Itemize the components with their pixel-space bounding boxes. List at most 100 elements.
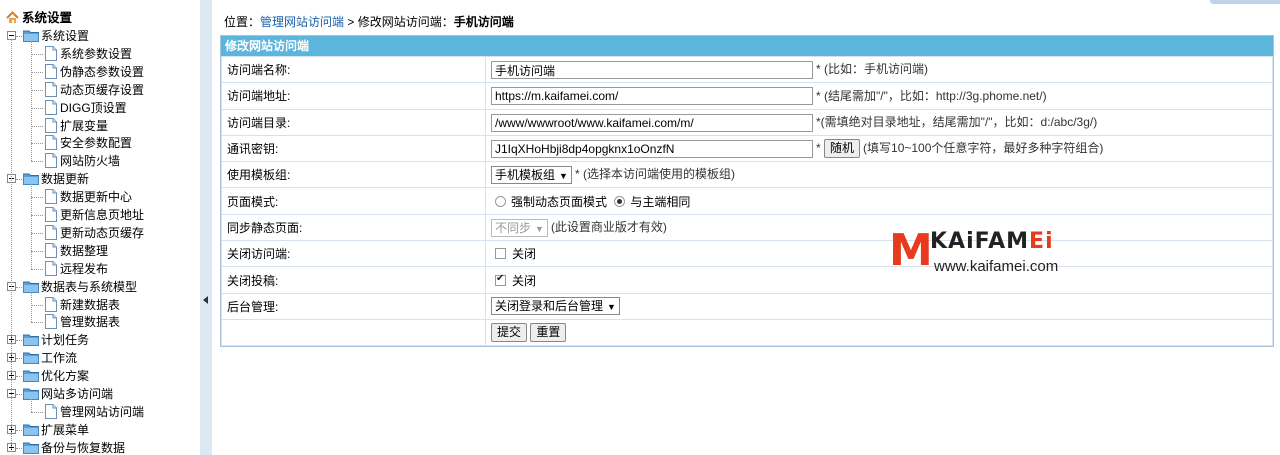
sidebar-group-label: 计划任务	[41, 333, 90, 348]
main-content: 位置：管理网站访问端 > 修改网站访问端：手机访问端 修改网站访问端 访问端名称…	[212, 0, 1280, 455]
reset-button[interactable]: 重置	[530, 323, 567, 343]
sidebar-item-6-0[interactable]: 管理网站访问端	[0, 403, 200, 421]
sidebar-group-1[interactable]: 数据更新	[0, 170, 200, 188]
sidebar-group-label: 备份与恢复数据	[41, 440, 126, 455]
random-key-button[interactable]: 随机	[824, 139, 861, 159]
sidebar-group-0[interactable]: 系统设置	[0, 27, 200, 45]
tree-connector	[31, 322, 43, 324]
template-select-value: 手机模板组	[495, 168, 556, 183]
sidebar-item-label: 网站防火墙	[60, 154, 121, 169]
form-row-template: 使用模板组: 手机模板组 ▼ * (选择本访问端使用的模板组)	[221, 161, 1273, 189]
sidebar-item-0-4[interactable]: 扩展变量	[0, 117, 200, 135]
folder-icon	[22, 423, 40, 437]
sidebar-group-7[interactable]: 扩展菜单	[0, 421, 200, 439]
sidebar-item-label: DIGG顶设置	[60, 100, 127, 115]
form-row-name: 访问端名称: * (比如：手机访问端)	[221, 55, 1273, 84]
page-icon	[45, 242, 57, 258]
folder-icon	[22, 369, 40, 383]
page-icon	[45, 99, 57, 115]
key-hint: (填写10~100个任意字符，最好多种字符组合)	[863, 140, 1104, 155]
mode-dynamic-radio[interactable]	[495, 195, 506, 207]
sidebar-item-0-5[interactable]: 安全参数配置	[0, 134, 200, 152]
tree-connector	[16, 36, 22, 37]
sidebar-item-1-4[interactable]: 远程发布	[0, 260, 200, 278]
home-icon	[6, 11, 19, 23]
sidebar-item-0-3[interactable]: DIGG顶设置	[0, 99, 200, 117]
sidebar-group-2[interactable]: 数据表与系统模型	[0, 278, 200, 296]
tree-connector	[31, 215, 43, 216]
tree-connector	[11, 39, 12, 449]
name-input[interactable]	[491, 61, 813, 80]
logo-url: www.kaifamei.com	[934, 258, 1059, 275]
sidebar-item-label: 更新动态页缓存	[60, 225, 145, 240]
tree-root[interactable]: 系统设置	[6, 9, 72, 27]
admin-label: 后台管理:	[221, 292, 486, 320]
sidebar-group-4[interactable]: 工作流	[0, 349, 200, 367]
tree-connector	[31, 40, 32, 162]
sidebar-item-1-3[interactable]: 数据整理	[0, 242, 200, 260]
name-hint: * (比如：手机访问端)	[816, 62, 928, 77]
dir-label: 访问端目录:	[221, 108, 486, 136]
mode-same-radio[interactable]	[614, 195, 626, 207]
page-icon	[45, 207, 57, 222]
sidebar-group-8[interactable]: 备份与恢复数据	[0, 439, 200, 455]
sidebar-item-0-0[interactable]: 系统参数设置	[0, 45, 200, 63]
admin-select[interactable]: 关闭登录和后台管理 ▼	[491, 297, 620, 316]
sidebar-group-5[interactable]: 优化方案	[0, 367, 200, 385]
sidebar-item-label: 更新信息页地址	[60, 208, 145, 222]
tree-connector	[31, 184, 32, 269]
close-submit-checkbox[interactable]	[495, 273, 506, 286]
dir-input[interactable]	[491, 113, 813, 132]
tree-connector	[31, 398, 32, 412]
tree-connector	[16, 447, 22, 449]
tree-connector	[16, 394, 22, 395]
sidebar-group-label: 数据更新	[41, 172, 90, 187]
template-select[interactable]: 手机模板组 ▼	[491, 166, 572, 185]
tree-connector	[16, 376, 22, 378]
sidebar-group-label: 工作流	[41, 351, 78, 366]
sidebar-item-1-1[interactable]: 更新信息页地址	[0, 206, 200, 224]
sidebar-group-label: 数据表与系统模型	[41, 279, 138, 294]
sidebar-item-0-6[interactable]: 网站防火墙	[0, 152, 200, 170]
sidebar-item-2-0[interactable]: 新建数据表	[0, 296, 200, 314]
key-star: *	[816, 140, 821, 155]
sidebar-item-label: 系统参数设置	[60, 46, 133, 61]
sidebar-item-0-2[interactable]: 动态页缓存设置	[0, 81, 200, 99]
tree-connector	[31, 197, 43, 199]
panel-title: 修改网站访问端	[221, 36, 1273, 56]
form-row-close-access: 关闭访问端: 关闭	[221, 240, 1273, 268]
tree-connector	[31, 268, 43, 270]
collapse-arrow-icon[interactable]	[203, 296, 208, 304]
submit-button[interactable]: 提交	[491, 323, 528, 343]
sidebar-group-3[interactable]: 计划任务	[0, 331, 200, 349]
mode-label: 页面模式:	[221, 187, 486, 215]
breadcrumb: 位置：管理网站访问端 > 修改网站访问端：手机访问端	[224, 13, 514, 30]
url-input[interactable]	[491, 87, 813, 106]
sync-select: 不同步 ▼	[491, 218, 548, 237]
key-input[interactable]	[491, 139, 813, 158]
sidebar-item-1-0[interactable]: 数据更新中心	[0, 188, 200, 206]
sidebar-item-1-2[interactable]: 更新动态页缓存	[0, 224, 200, 242]
dropdown-arrow-icon: ▼	[535, 223, 544, 234]
page-icon	[45, 117, 57, 133]
close-access-checkbox[interactable]	[495, 248, 506, 260]
page-icon	[45, 189, 57, 205]
breadcrumb-link-manage[interactable]: 管理网站访问端	[260, 15, 344, 29]
tree-connector	[31, 291, 32, 323]
tree-connector	[31, 89, 43, 91]
dir-hint: *(需填绝对目录地址，结尾需加"/"，比如：d:/abc/3g/)	[816, 114, 1098, 129]
sidebar-item-label: 远程发布	[60, 261, 109, 276]
sidebar-item-label: 动态页缓存设置	[60, 82, 145, 97]
tree-connector	[16, 429, 22, 431]
key-label: 通讯密钥:	[221, 134, 486, 163]
admin-select-value: 关闭登录和后台管理	[495, 299, 604, 314]
sidebar-group-6[interactable]: 网站多访问端	[0, 385, 200, 403]
sidebar-item-2-1[interactable]: 管理数据表	[0, 313, 200, 331]
sidebar-tree: 系统设置 系统设置 系统参数设置 伪静态参数设置 动态页缓存设置 DIGG顶设置 扩展变量…	[0, 0, 200, 455]
sync-select-value: 不同步	[495, 220, 532, 235]
logo-word: KAiFAMEi	[930, 231, 1054, 253]
sidebar-splitter[interactable]	[200, 0, 212, 455]
sidebar-item-0-1[interactable]: 伪静态参数设置	[0, 63, 200, 81]
logo-word-b: Ei	[1029, 229, 1054, 254]
url-label: 访问端地址:	[221, 82, 486, 110]
